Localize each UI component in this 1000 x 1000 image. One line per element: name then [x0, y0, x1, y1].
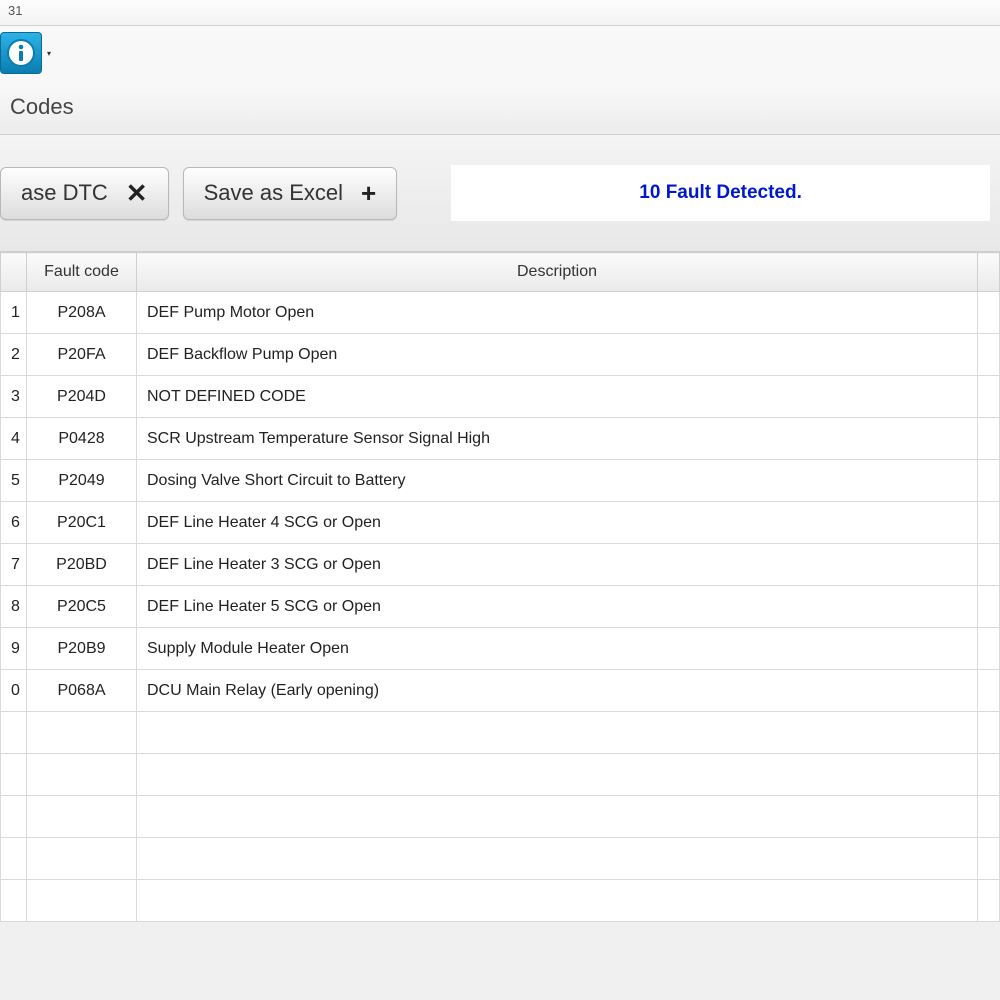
toolbar: ▾ — [0, 26, 1000, 74]
row-extra — [978, 586, 1000, 628]
row-num: 2 — [1, 334, 27, 376]
table-row[interactable]: 2P20FADEF Backflow Pump Open — [1, 334, 1000, 376]
row-description: DCU Main Relay (Early opening) — [137, 670, 978, 712]
save-excel-label: Save as Excel — [204, 180, 343, 206]
row-description: NOT DEFINED CODE — [137, 376, 978, 418]
header-description[interactable]: Description — [137, 253, 978, 292]
plus-icon: + — [361, 178, 376, 209]
row-description: DEF Line Heater 3 SCG or Open — [137, 544, 978, 586]
row-description: DEF Line Heater 4 SCG or Open — [137, 502, 978, 544]
row-description: Dosing Valve Short Circuit to Battery — [137, 460, 978, 502]
row-num: 3 — [1, 376, 27, 418]
row-fault-code: P2049 — [27, 460, 137, 502]
toolbar-dropdown-arrow[interactable]: ▾ — [44, 32, 54, 74]
header-fault-code[interactable]: Fault code — [27, 253, 137, 292]
table-row[interactable]: 5P2049Dosing Valve Short Circuit to Batt… — [1, 460, 1000, 502]
row-extra — [978, 292, 1000, 334]
row-num: 7 — [1, 544, 27, 586]
row-fault-code: P068A — [27, 670, 137, 712]
row-fault-code: P0428 — [27, 418, 137, 460]
table-row-empty — [1, 754, 1000, 796]
header-extra[interactable] — [978, 253, 1000, 292]
erase-dtc-label: ase DTC — [21, 180, 108, 206]
row-extra — [978, 544, 1000, 586]
row-description: DEF Line Heater 5 SCG or Open — [137, 586, 978, 628]
info-button[interactable] — [0, 32, 42, 74]
table-row-empty — [1, 712, 1000, 754]
row-description: Supply Module Heater Open — [137, 628, 978, 670]
row-num: 4 — [1, 418, 27, 460]
row-fault-code: P208A — [27, 292, 137, 334]
row-fault-code: P20C5 — [27, 586, 137, 628]
table-row[interactable]: 3P204DNOT DEFINED CODE — [1, 376, 1000, 418]
table-row[interactable]: 4P0428SCR Upstream Temperature Sensor Si… — [1, 418, 1000, 460]
row-num: 6 — [1, 502, 27, 544]
table-row-empty — [1, 796, 1000, 838]
row-description: DEF Pump Motor Open — [137, 292, 978, 334]
action-bar: ase DTC ✕ Save as Excel + 10 Fault Detec… — [0, 135, 1000, 252]
table-header-row: Fault code Description — [1, 253, 1000, 292]
row-extra — [978, 502, 1000, 544]
page-title: Codes — [0, 86, 1000, 135]
row-num: 8 — [1, 586, 27, 628]
row-num: 1 — [1, 292, 27, 334]
page-title-text: Codes — [10, 94, 74, 119]
menu-area: ▾ — [0, 26, 1000, 86]
row-description: DEF Backflow Pump Open — [137, 334, 978, 376]
row-num: 5 — [1, 460, 27, 502]
table-row[interactable]: 6P20C1DEF Line Heater 4 SCG or Open — [1, 502, 1000, 544]
table-row[interactable]: 7P20BDDEF Line Heater 3 SCG or Open — [1, 544, 1000, 586]
header-num[interactable] — [1, 253, 27, 292]
fault-table: Fault code Description 1P208ADEF Pump Mo… — [0, 252, 1000, 922]
erase-dtc-button[interactable]: ase DTC ✕ — [0, 167, 169, 220]
row-fault-code: P20FA — [27, 334, 137, 376]
info-icon — [6, 38, 36, 68]
row-fault-code: P20BD — [27, 544, 137, 586]
row-extra — [978, 628, 1000, 670]
table-row[interactable]: 1P208ADEF Pump Motor Open — [1, 292, 1000, 334]
row-extra — [978, 460, 1000, 502]
row-num: 9 — [1, 628, 27, 670]
table-row-empty — [1, 880, 1000, 922]
row-description: SCR Upstream Temperature Sensor Signal H… — [137, 418, 978, 460]
row-fault-code: P204D — [27, 376, 137, 418]
row-fault-code: P20B9 — [27, 628, 137, 670]
row-num: 0 — [1, 670, 27, 712]
row-extra — [978, 376, 1000, 418]
row-extra — [978, 418, 1000, 460]
table-row[interactable]: 8P20C5DEF Line Heater 5 SCG or Open — [1, 586, 1000, 628]
table-row[interactable]: 0P068ADCU Main Relay (Early opening) — [1, 670, 1000, 712]
window-title-text: 31 — [8, 3, 22, 18]
row-fault-code: P20C1 — [27, 502, 137, 544]
close-icon: ✕ — [126, 178, 148, 209]
table-row-empty — [1, 838, 1000, 880]
fault-status-text: 10 Fault Detected. — [639, 182, 802, 204]
fault-table-wrap: Fault code Description 1P208ADEF Pump Mo… — [0, 252, 1000, 922]
table-row[interactable]: 9P20B9Supply Module Heater Open — [1, 628, 1000, 670]
save-excel-button[interactable]: Save as Excel + — [183, 167, 398, 220]
window-title-bar: 31 — [0, 0, 1000, 26]
fault-status: 10 Fault Detected. — [451, 165, 990, 221]
chevron-down-icon: ▾ — [47, 49, 51, 58]
row-extra — [978, 670, 1000, 712]
row-extra — [978, 334, 1000, 376]
